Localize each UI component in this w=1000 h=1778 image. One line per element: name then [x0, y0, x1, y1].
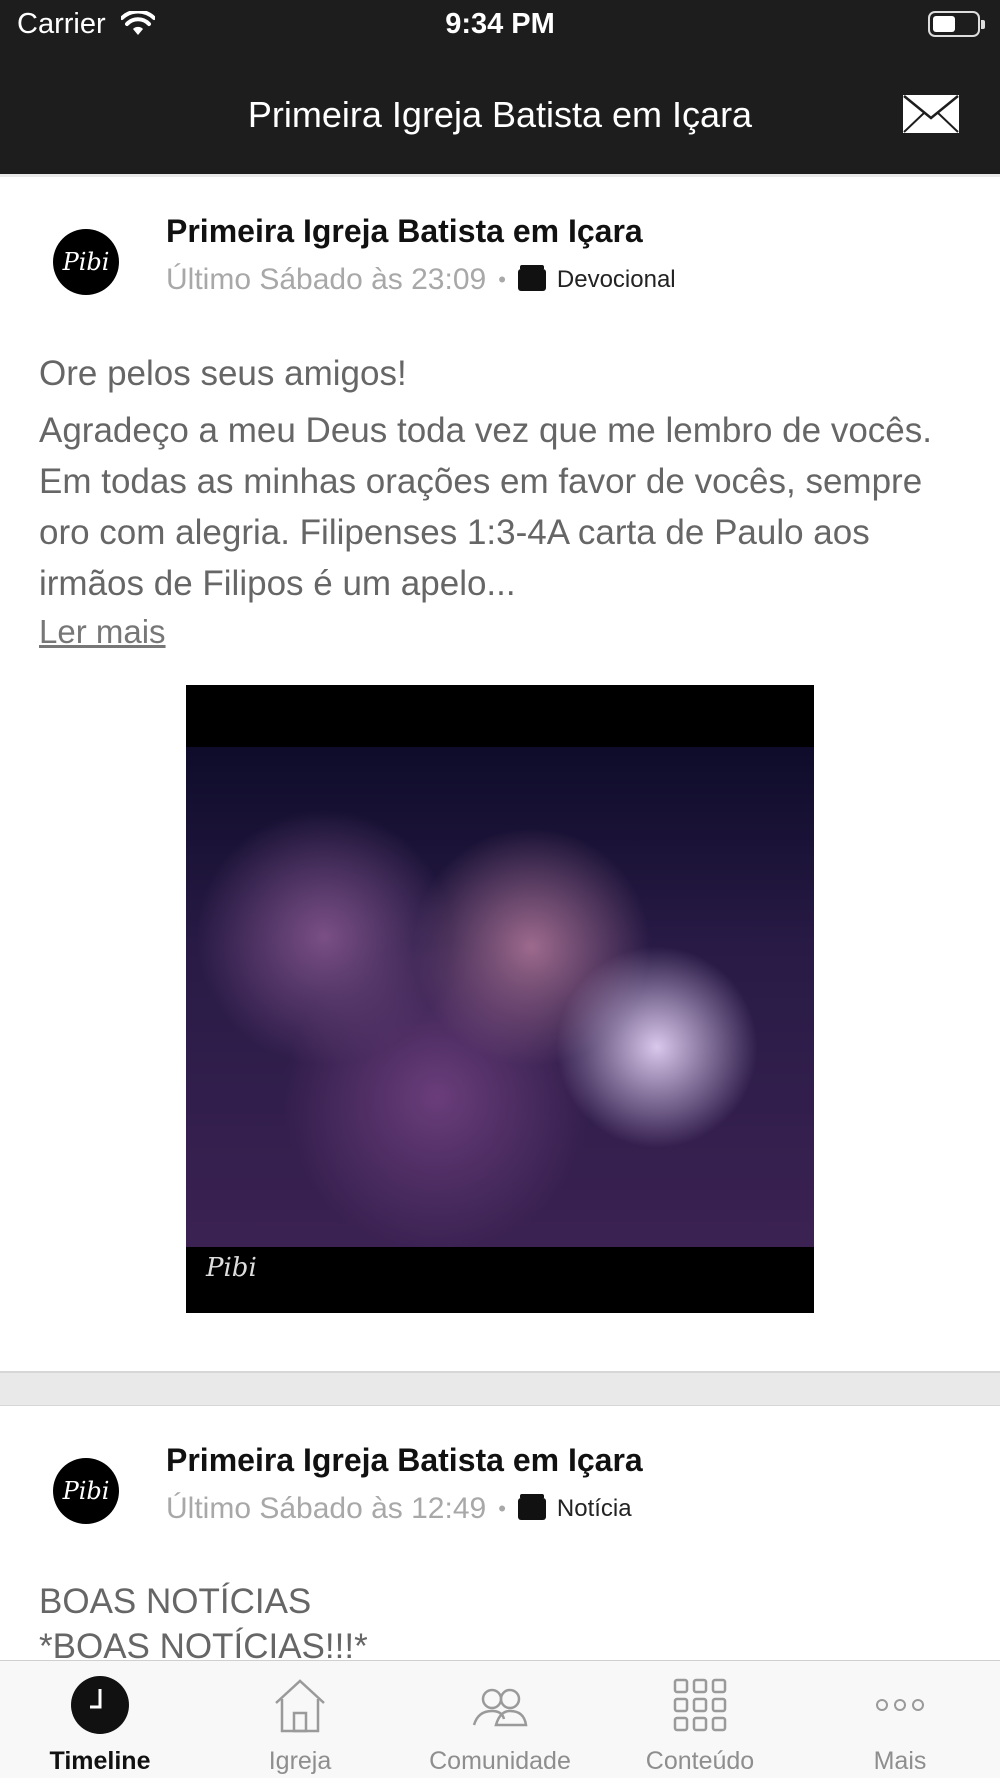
post-title: BOAS NOTÍCIAS	[39, 1582, 312, 1621]
tab-label: Mais	[873, 1747, 927, 1775]
tab-label: Igreja	[268, 1747, 332, 1775]
navigation-bar: Primeira Igreja Batista em Içara	[0, 50, 1000, 174]
tab-label: Timeline	[49, 1747, 151, 1775]
post-card[interactable]: Pibi Primeira Igreja Batista em Içara Úl…	[0, 177, 1000, 1373]
tab-conteudo[interactable]: Conteúdo	[600, 1661, 800, 1778]
image-photo	[186, 747, 814, 1247]
post-body: Agradeço a meu Deus toda vez que me lemb…	[39, 411, 932, 603]
status-bar: Carrier 9:34 PM	[0, 0, 1000, 50]
meta-separator: •	[498, 267, 506, 292]
tab-label: Comunidade	[429, 1747, 571, 1775]
house-icon	[275, 1679, 325, 1733]
post-time: Último Sábado às 12:49	[166, 1492, 487, 1525]
grid-icon	[673, 1678, 727, 1732]
tab-label: Conteúdo	[645, 1747, 755, 1775]
post-image[interactable]: Pibi	[186, 685, 814, 1313]
avatar[interactable]: Pibi	[53, 1458, 119, 1524]
folder-icon	[517, 1494, 546, 1520]
folder-icon	[517, 265, 546, 291]
tab-igreja[interactable]: Igreja	[200, 1661, 400, 1778]
battery-icon	[928, 11, 985, 37]
tab-comunidade[interactable]: Comunidade	[400, 1661, 600, 1778]
post-category: Devocional	[556, 266, 676, 293]
timeline-feed[interactable]: Pibi Primeira Igreja Batista em Içara Úl…	[0, 174, 1000, 1660]
post-card[interactable]: Pibi Primeira Igreja Batista em Içara Úl…	[0, 1405, 1000, 1660]
post-category: Notícia	[556, 1495, 632, 1522]
post-meta: Último Sábado às 12:49 • Notícia	[166, 1492, 632, 1526]
tab-bar: Timeline Igreja Comunidade Conteúdo Mais	[0, 1660, 1000, 1778]
avatar[interactable]: Pibi	[53, 229, 119, 295]
envelope-icon[interactable]	[902, 94, 960, 134]
page-title: Primeira Igreja Batista em Içara	[247, 94, 753, 135]
more-dots-icon	[876, 1699, 924, 1711]
post-meta: Último Sábado às 23:09 • Devocional	[166, 263, 676, 297]
post-body: *BOAS NOTÍCIAS!!!*	[39, 1627, 368, 1660]
tab-timeline[interactable]: Timeline	[0, 1661, 200, 1778]
post-author[interactable]: Primeira Igreja Batista em Içara	[166, 213, 643, 250]
people-icon	[472, 1688, 528, 1727]
meta-separator: •	[498, 1496, 506, 1521]
read-more-link[interactable]: Ler mais	[39, 613, 166, 651]
clock-icon	[71, 1676, 129, 1734]
post-time: Último Sábado às 23:09	[166, 263, 487, 296]
image-watermark: Pibi	[206, 1253, 257, 1283]
tab-mais[interactable]: Mais	[800, 1661, 1000, 1778]
post-author[interactable]: Primeira Igreja Batista em Içara	[166, 1442, 643, 1479]
post-title: Ore pelos seus amigos!	[39, 354, 407, 393]
status-time: 9:34 PM	[445, 8, 555, 40]
